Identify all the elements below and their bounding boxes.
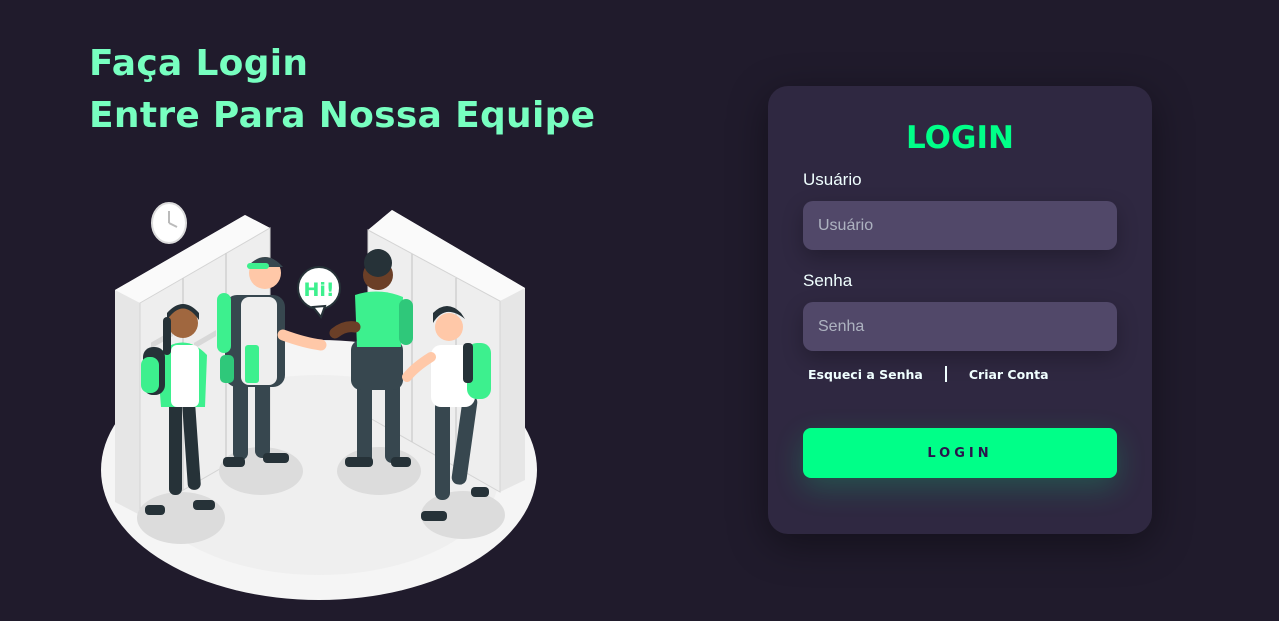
forgot-password-link[interactable]: Esqueci a Senha xyxy=(808,367,923,382)
hero-title-line-2: Entre Para Nossa Equipe xyxy=(89,95,596,136)
speech-bubble: Hi! xyxy=(297,266,341,320)
speech-bubble-text: Hi! xyxy=(303,279,334,301)
username-input[interactable] xyxy=(803,201,1117,250)
password-label: Senha xyxy=(803,271,853,290)
login-card: LOGIN Usuário Senha Esqueci a Senha Cria… xyxy=(768,86,1152,534)
account-links: Esqueci a Senha Criar Conta xyxy=(808,364,1049,384)
login-button[interactable]: LOGIN xyxy=(803,428,1117,478)
create-account-link[interactable]: Criar Conta xyxy=(969,367,1049,382)
clock-icon xyxy=(151,202,187,244)
team-lockers-illustration: Hi! xyxy=(101,202,537,600)
password-input[interactable] xyxy=(803,302,1117,351)
username-label: Usuário xyxy=(803,170,862,189)
links-separator xyxy=(944,366,947,382)
hero-title-line-1: Faça Login xyxy=(89,43,309,84)
login-card-title: LOGIN xyxy=(906,120,1014,156)
hero-title: Faça Login Entre Para Nossa Equipe xyxy=(89,38,595,142)
